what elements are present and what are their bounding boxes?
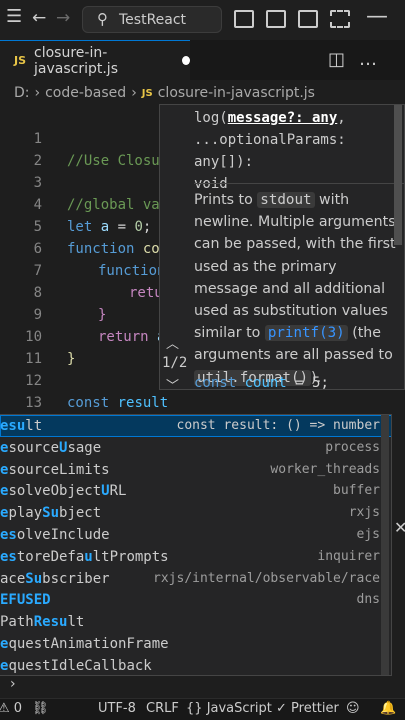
suggestion-label: eplaySubject	[0, 505, 102, 522]
suggestion-label: esourceUsage	[0, 439, 102, 456]
suggestion-item[interactable]: esolveInclude ejs	[0, 524, 391, 546]
toggle-primary-sidebar-icon[interactable]	[234, 10, 254, 28]
divider	[194, 183, 404, 184]
peek-code: const count = 5;	[194, 375, 329, 390]
toggle-secondary-sidebar-icon[interactable]	[298, 10, 318, 28]
tab-bar: JS closure-in-javascript.js ◫…	[0, 40, 405, 80]
suggestion-item[interactable]: eplaySubject rxjs	[0, 502, 391, 524]
suggestion-item[interactable]: EFUSED dns	[0, 589, 391, 611]
problems-status[interactable]: ⚠ 0	[0, 701, 22, 716]
suggestion-detail: rxjs	[348, 505, 380, 521]
customize-layout-icon[interactable]	[330, 10, 350, 28]
scrollbar[interactable]	[381, 415, 389, 675]
signature: log(message?: any, ...optionalParams: an…	[194, 110, 346, 192]
suggestion-label: esolveObjectURL	[0, 483, 127, 500]
signature-counter: 1/2	[162, 355, 188, 371]
bell-icon[interactable]: 🔔	[380, 701, 396, 716]
suggestion-item[interactable]: aceSubscriber rxjs/internal/observable/ra…	[0, 568, 391, 590]
suggestion-detail: worker_threads	[270, 461, 380, 477]
minimize-icon[interactable]: —	[366, 4, 388, 29]
suggestion-detail: rxjs/internal/observable/race	[153, 570, 380, 586]
arrow-left-icon[interactable]: ←	[32, 8, 46, 28]
arrow-right-icon[interactable]: →	[56, 8, 70, 28]
suggestion-detail: process	[325, 439, 380, 455]
search-label: TestReact	[119, 11, 187, 28]
suggestion-detail: dns	[356, 592, 380, 608]
suggestion-label: PathResult	[0, 614, 85, 631]
scrollbar[interactable]	[394, 105, 402, 245]
encoding-status[interactable]: UTF-8	[98, 701, 136, 716]
suggestion-item[interactable]: estoreDefaultPrompts inquirer	[0, 546, 391, 568]
braces-icon: {}	[186, 701, 203, 716]
chevron-right-icon: ›	[34, 85, 41, 101]
suggestion-detail: inquirer	[317, 548, 380, 564]
menu-icon[interactable]: ☰	[6, 6, 22, 27]
language-status[interactable]: {} JavaScript	[186, 701, 272, 716]
command-center-search[interactable]: ⚲ TestReact	[82, 6, 222, 33]
documentation: Prints to stdout with newline. Multiple …	[194, 192, 396, 386]
breadcrumb-folder[interactable]: code-based	[45, 85, 126, 101]
chevron-up-icon[interactable]: ︿	[166, 333, 179, 352]
warning-icon: ⚠	[0, 701, 10, 716]
unsaved-dot-icon[interactable]	[182, 56, 190, 65]
javascript-file-icon: JS	[141, 87, 153, 99]
suggestion-detail: ejs	[356, 527, 380, 542]
split-editor-icon[interactable]: ◫	[328, 49, 359, 70]
editor-tab-active[interactable]: JS closure-in-javascript.js	[0, 40, 190, 80]
suggest-widget: esult const result: () => number esourceUs…	[0, 414, 392, 676]
parameter-hints-widget: log(message?: any, ...optionalParams: an…	[159, 104, 405, 390]
javascript-file-icon: JS	[14, 54, 27, 67]
toggle-panel-icon[interactable]	[266, 10, 286, 28]
breadcrumb-file[interactable]: closure-in-javascript.js	[158, 85, 315, 101]
copilot-icon[interactable]: ☺	[346, 701, 360, 716]
suggestion-item[interactable]: esolveObjectURL buffer	[0, 480, 391, 502]
close-icon[interactable]: ✕	[394, 518, 405, 537]
suggestion-item[interactable]: esourceUsage process	[0, 437, 391, 459]
chevron-down-icon[interactable]: ﹀	[166, 375, 179, 389]
check-icon: ✓	[276, 701, 287, 716]
chevron-right-icon: ›	[131, 85, 137, 101]
suggestion-label: aceSubscriber	[0, 570, 110, 587]
suggestion-label: esourceLimits	[0, 461, 110, 478]
tab-filename: closure-in-javascript.js	[34, 44, 118, 77]
search-icon: ⚲	[97, 10, 108, 28]
live-share-icon[interactable]: ⛓	[32, 701, 49, 716]
more-actions-icon[interactable]: …	[359, 49, 391, 70]
suggestion-label: equestIdleCallback	[0, 657, 152, 674]
chevron-right-icon[interactable]: ›	[10, 676, 16, 692]
breadcrumb-drive[interactable]: D:	[14, 85, 30, 101]
suggestion-label: esolveInclude	[0, 527, 110, 543]
suggestion-item[interactable]: esult const result: () => number	[0, 415, 391, 437]
status-bar: ⚠ 0 ⛓ UTF-8 CRLF {} JavaScript ✓ Prettie…	[0, 698, 405, 720]
suggestion-label: estoreDefaultPrompts	[0, 548, 169, 565]
prettier-status[interactable]: ✓ Prettier	[276, 701, 339, 716]
active-parameter: message?: any	[227, 110, 338, 126]
suggestion-detail: const result: () => number	[176, 418, 381, 433]
suggestion-item[interactable]: equestIdleCallback	[0, 655, 391, 675]
suggestion-label: EFUSED	[0, 592, 51, 609]
suggestion-item[interactable]: esourceLimits worker_threads	[0, 459, 391, 481]
suggestion-label: esult	[0, 418, 43, 434]
suggestion-item[interactable]: equestAnimationFrame	[0, 633, 391, 655]
title-bar: ☰ ← → ⚲ TestReact —	[0, 0, 405, 40]
panel-toggle-row: ›	[0, 676, 405, 698]
eol-status[interactable]: CRLF	[146, 701, 179, 716]
tab-actions: ◫…	[328, 49, 391, 70]
breadcrumb: D: › code-based › JS closure-in-javascri…	[0, 80, 405, 106]
suggestion-detail: buffer	[333, 483, 380, 499]
code-line-active: 14 console.log(resu)	[0, 392, 405, 456]
suggestion-label: equestAnimationFrame	[0, 636, 169, 652]
suggestion-item[interactable]: PathResult	[0, 611, 391, 633]
